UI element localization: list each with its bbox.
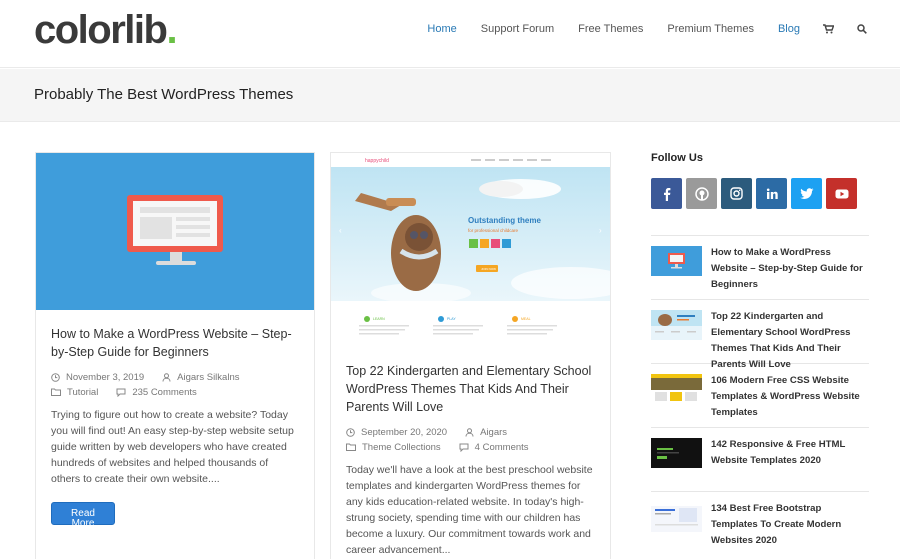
recent-post-title[interactable]: How to Make a WordPress Website – Step-b… [711,245,869,291]
post-category[interactable]: Tutorial [67,387,98,398]
page-title: Probably The Best WordPress Themes [34,86,294,103]
post-meta: November 3, 2019 Aigars Silkalns Tutoria… [51,370,299,399]
theme-brand: happychild [365,158,389,164]
post-thumbnail[interactable] [36,153,314,310]
svg-text:LEARN: LEARN [373,317,385,321]
recent-post-title[interactable]: Top 22 Kindergarten and Elementary Schoo… [711,309,869,370]
recent-post[interactable]: How to Make a WordPress Website – Step-b… [651,235,869,299]
post-author[interactable]: Aigars [480,427,507,438]
sidebar: Follow Us How to Make a WordPress Websit… [651,152,869,555]
twitter-icon[interactable] [791,178,822,209]
post-category[interactable]: Theme Collections [362,442,441,453]
post-thumbnail[interactable]: happychild Outstanding theme for profess… [331,153,610,301]
site-logo[interactable]: colorlib. [34,8,178,53]
instagram-icon[interactable] [721,178,752,209]
post-comments[interactable]: 4 Comments [475,442,529,453]
theme-subline: for professional childcare [468,228,519,233]
recent-post-thumbnail[interactable] [651,246,702,276]
folder-icon [51,388,61,396]
recent-post-thumbnail[interactable] [651,438,702,468]
post-author[interactable]: Aigars Silkalns [177,372,239,383]
recent-post-title[interactable]: 142 Responsive & Free HTML Website Templ… [711,437,869,483]
read-more-button[interactable]: Read More [51,502,115,529]
site-header: colorlib. Home Support Forum Free Themes… [0,0,900,68]
user-icon [465,427,474,437]
user-icon [162,372,171,382]
svg-text:PLAY: PLAY [447,317,456,321]
svg-text:‹: ‹ [339,226,342,235]
nav-support-forum[interactable]: Support Forum [481,22,554,36]
post-card: How to Make a WordPress Website – Step-b… [35,152,315,559]
recent-post[interactable]: Top 22 Kindergarten and Elementary Schoo… [651,299,869,370]
svg-text:›: › [599,226,602,235]
main-nav: Home Support Forum Free Themes Premium T… [403,22,868,36]
post-comments[interactable]: 235 Comments [132,387,196,398]
nav-home[interactable]: Home [427,22,456,36]
post-card: happychild Outstanding theme for profess… [330,152,611,559]
recent-post-thumbnail[interactable] [651,502,702,532]
recent-post[interactable]: 134 Best Free Bootstrap Templates To Cre… [651,491,869,555]
clock-icon [51,372,60,382]
recent-post-title[interactable]: 106 Modern Free CSS Website Templates & … [711,373,869,419]
post-date: November 3, 2019 [66,371,145,383]
follow-us-title: Follow Us [651,152,703,164]
recent-post[interactable]: 106 Modern Free CSS Website Templates & … [651,363,869,427]
post-meta: September 20, 2020 Aigars Theme Collecti… [346,425,595,454]
post-title[interactable]: How to Make a WordPress Website – Step-b… [51,325,299,361]
post-excerpt: Trying to figure out how to create a web… [51,409,294,485]
post-date: September 20, 2020 [361,426,448,438]
recent-post-thumbnail[interactable] [651,310,702,340]
nav-free-themes[interactable]: Free Themes [578,22,643,36]
clock-icon [346,427,355,437]
recent-post-thumbnail[interactable] [651,374,702,404]
linkedin-icon[interactable] [756,178,787,209]
comment-icon [459,443,469,452]
theme-headline: Outstanding theme [468,216,541,225]
theme-cta: JOIN NOW [481,267,496,271]
facebook-icon[interactable] [651,178,682,209]
social-links [651,178,869,209]
folder-icon [346,443,356,451]
recent-post[interactable]: 142 Responsive & Free HTML Website Templ… [651,427,869,491]
page-title-band: Probably The Best WordPress Themes [0,69,900,122]
search-icon[interactable] [856,23,868,35]
recent-post-title[interactable]: 134 Best Free Bootstrap Templates To Cre… [711,501,869,547]
theme-feature-strip: LEARN PLAY MEAL [331,309,612,349]
post-excerpt: Today we'll have a look at the best pres… [346,464,593,556]
post-title[interactable]: Top 22 Kindergarten and Elementary Schoo… [346,362,595,416]
cart-icon[interactable] [822,23,834,35]
nav-premium-themes[interactable]: Premium Themes [667,22,754,36]
nav-blog[interactable]: Blog [778,22,800,36]
youtube-icon[interactable] [826,178,857,209]
svg-text:MEAL: MEAL [521,317,531,321]
github-icon[interactable] [686,178,717,209]
comment-icon [116,388,126,397]
